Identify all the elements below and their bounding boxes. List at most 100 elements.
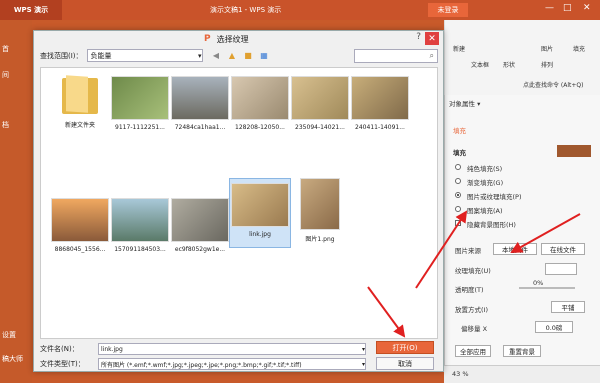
hide-bg-label: 隐藏背景图形(H): [467, 221, 516, 229]
offset-x-label: 偏移量 X: [461, 325, 488, 333]
file-item[interactable]: 72484ca1haa1...: [169, 76, 231, 131]
filetype-select[interactable]: 所有图片 (*.emf;*.wmf;*.jpg;*.jpeg;*.jpe;*.p…: [98, 358, 366, 370]
image-thumbnail: [111, 198, 169, 242]
zoom-level[interactable]: 43 %: [452, 370, 469, 378]
cancel-button[interactable]: 取消: [376, 357, 434, 370]
select-texture-dialog: P 选择纹理 ? ✕ 查找范围(I)： 负能量 ▾ ◀ ▲ ■ ▦ ⌕ 新建文件…: [33, 30, 444, 372]
file-item[interactable]: 图片1.png: [289, 178, 351, 243]
apply-all-button[interactable]: 全部应用: [455, 345, 491, 357]
filetype-value: 所有图片 (*.emf;*.wmf;*.jpg;*.jpeg;*.jpe;*.p…: [101, 361, 302, 369]
file-item[interactable]: 240411-14091...: [349, 76, 411, 131]
file-name: 图片1.png: [305, 236, 335, 243]
chevron-down-icon: ▾: [198, 51, 202, 60]
file-item[interactable]: 157091184503...: [109, 198, 171, 253]
file-item[interactable]: ec9f8052gw1e...: [169, 198, 231, 253]
document-title: 演示文稿1 - WPS 演示: [210, 6, 282, 14]
left-item-4[interactable]: 稿大师: [2, 354, 23, 364]
open-button[interactable]: 打开(O): [376, 341, 434, 354]
left-item-2[interactable]: 档: [2, 120, 9, 130]
solid-fill-label: 纯色填充(S): [467, 165, 503, 173]
file-item[interactable]: 235094-14021...: [289, 76, 351, 131]
wps-p-icon: P: [204, 34, 211, 44]
app-titlebar: WPS 演示 演示文稿1 - WPS 演示 未登录 — □ ✕: [0, 0, 600, 20]
file-name: ec9f8052gw1e...: [174, 246, 226, 253]
file-item[interactable]: 8868045_1556...: [49, 198, 111, 253]
picture-source-label: 图片来源: [455, 247, 481, 255]
close-window-button[interactable]: ✕: [583, 3, 591, 13]
file-name: 157091184503...: [114, 246, 166, 253]
look-in-label: 查找范围(I)：: [40, 51, 83, 60]
maximize-button[interactable]: □: [563, 3, 572, 13]
radio-gradient-fill[interactable]: [455, 178, 461, 184]
filetype-row: 文件类型(T)： 所有图片 (*.emf;*.wmf;*.jpg;*.jpeg;…: [40, 358, 366, 370]
new-folder-icon[interactable]: ■: [242, 49, 254, 61]
placement-select[interactable]: 平铺: [551, 301, 585, 313]
filename-value: link.jpg: [101, 345, 123, 353]
image-thumbnail: [231, 183, 289, 227]
fill-section-title: 填充: [453, 149, 466, 157]
filename-input[interactable]: link.jpg ▾: [98, 343, 366, 355]
minimize-button[interactable]: —: [545, 3, 554, 13]
dialog-close-button[interactable]: ✕: [425, 32, 439, 45]
filename-row: 文件名(N)： link.jpg ▾: [40, 343, 366, 355]
status-bar: 43 %: [444, 365, 600, 383]
hide-bg-checkbox[interactable]: [455, 220, 461, 226]
left-item-3[interactable]: 设置: [2, 330, 16, 340]
left-item-0[interactable]: 首: [2, 44, 9, 54]
dialog-toolbar: ◀ ▲ ■ ▦: [210, 49, 270, 61]
file-item[interactable]: 新建文件夹: [49, 74, 111, 129]
chevron-down-icon: ▾: [361, 345, 365, 353]
app-logo[interactable]: WPS 演示: [0, 0, 62, 20]
command-search[interactable]: 点此查找命令 (Alt+Q): [523, 80, 583, 89]
image-thumbnail: [231, 76, 289, 120]
image-thumbnail: [111, 76, 169, 120]
look-in-dropdown[interactable]: 负能量 ▾: [86, 49, 203, 62]
file-item-selected[interactable]: link.jpg: [229, 178, 291, 248]
file-item[interactable]: 128208-12050...: [229, 76, 291, 131]
reset-background-button[interactable]: 重置背景: [503, 345, 541, 357]
login-button[interactable]: 未登录: [428, 3, 468, 17]
fill-button[interactable]: 填充: [573, 44, 585, 53]
help-icon[interactable]: ?: [416, 32, 421, 42]
offset-x-input[interactable]: 0.0磅: [535, 321, 573, 333]
file-name: 72484ca1haa1...: [174, 124, 226, 131]
arrange-button[interactable]: 排列: [541, 60, 553, 69]
new-slide-button[interactable]: 新建: [453, 44, 465, 53]
file-name: 240411-14091...: [355, 124, 405, 131]
online-file-button[interactable]: 在线文件: [541, 243, 585, 255]
file-item[interactable]: 9117-1112251...: [109, 76, 171, 131]
radio-solid-fill[interactable]: [455, 164, 461, 170]
picture-fill-label: 图片或纹理填充(P): [467, 193, 522, 201]
radio-picture-fill[interactable]: [455, 192, 461, 198]
placement-label: 放置方式(I): [455, 306, 488, 314]
texture-swatch[interactable]: [557, 145, 591, 157]
texture-fill-label: 纹理填充(U): [455, 267, 491, 275]
filetype-label: 文件类型(T)：: [40, 360, 85, 368]
dialog-title: 选择纹理: [216, 34, 249, 44]
back-icon[interactable]: ◀: [210, 49, 222, 61]
props-header[interactable]: 对象属性 ▾: [449, 98, 480, 108]
textbox-button[interactable]: 文本框: [471, 60, 489, 69]
pattern-fill-label: 图案填充(A): [467, 207, 503, 215]
left-panel: 首 间 档 设置 稿大师: [0, 20, 32, 383]
fill-tab[interactable]: 填充: [453, 125, 466, 135]
folder-icon: [60, 74, 100, 116]
shape-button[interactable]: 形状: [503, 60, 515, 69]
view-menu-icon[interactable]: ▦: [258, 49, 270, 61]
file-name: 235094-14021...: [295, 124, 345, 131]
transparency-slider[interactable]: [519, 287, 575, 289]
dialog-titlebar: P 选择纹理 ? ✕: [34, 31, 443, 47]
image-thumbnail: [351, 76, 409, 120]
picture-button[interactable]: 图片: [541, 44, 553, 53]
local-file-button[interactable]: 本地文件: [493, 243, 537, 255]
image-thumbnail: [291, 76, 349, 120]
texture-dropdown[interactable]: [545, 263, 577, 275]
gradient-fill-label: 渐变填充(G): [467, 179, 504, 187]
file-name: 8868045_1556...: [54, 246, 106, 253]
up-folder-icon[interactable]: ▲: [226, 49, 238, 61]
left-item-1[interactable]: 间: [2, 70, 9, 80]
file-list: 新建文件夹 9117-1112251... 72484ca1haa1... 12…: [40, 67, 438, 339]
image-thumbnail: [171, 76, 229, 120]
search-input[interactable]: ⌕: [354, 49, 438, 63]
radio-pattern-fill[interactable]: [455, 206, 461, 212]
